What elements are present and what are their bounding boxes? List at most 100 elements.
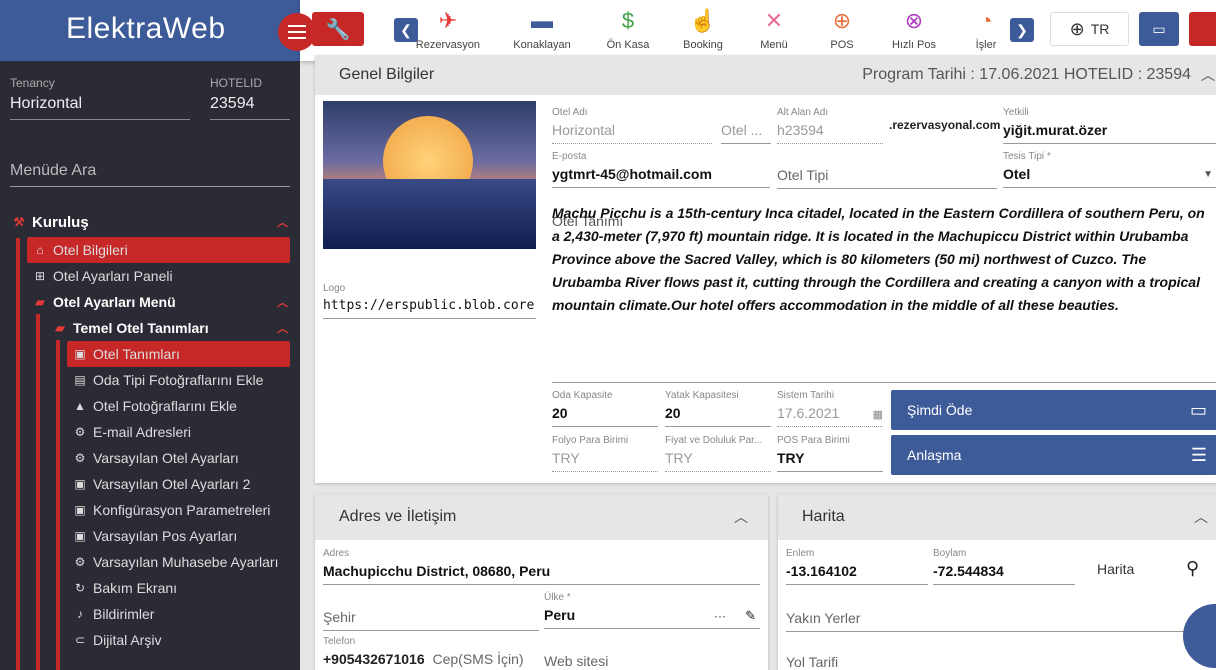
sidebar-item-otel-ayarlari-menu[interactable]: ▰ Otel Ayarları Menü ︿ (0, 289, 300, 315)
enlem-field[interactable]: Enlem -13.164102 (786, 548, 928, 585)
sidebar-item-varsayilan-otel-ayarlari[interactable]: ⚙ Varsayılan Otel Ayarları (0, 445, 300, 471)
quick-link-label: Hızlı Pos (891, 39, 936, 51)
map-header[interactable]: Harita ︿ (778, 494, 1216, 540)
gear-icon: ⚙ (74, 425, 86, 439)
link-icon: ⊂ (74, 633, 86, 647)
chevron-up-icon[interactable]: ︿ (1201, 65, 1215, 85)
web-sitesi-field[interactable]: Web sitesi (544, 653, 760, 669)
yetkili-label: Yetkili (1003, 107, 1029, 118)
sidebar-item-otel-ayarlari-paneli[interactable]: ⊞ Otel Ayarları Paneli (0, 263, 300, 289)
chevron-up-icon: ︿ (277, 323, 288, 335)
sidebar-item-varsayilan-muhasebe-ayarlari[interactable]: ⚙ Varsayılan Muhasebe Ayarları (0, 549, 300, 575)
quick-link-label: POS (830, 39, 854, 51)
eposta-field[interactable]: E-posta ygtmrt-45@hotmail.com (552, 151, 770, 188)
fiyat-doluluk-field[interactable]: Fiyat ve Doluluk Par... TRY (665, 435, 771, 472)
alt-alan-field[interactable]: Alt Alan Adı h23594 (777, 107, 883, 144)
harita-link[interactable]: Harita (1097, 561, 1134, 579)
yatak-kapasitesi-field[interactable]: Yatak Kapasitesi 20 (665, 390, 771, 427)
sidebar-item-varsayilan-otel-ayarlari-2[interactable]: ▣ Varsayılan Otel Ayarları 2 (0, 471, 300, 497)
yakin-yerler-field[interactable]: Yakın Yerler (786, 610, 1206, 632)
domain-suffix: .rezervasyonal.com (889, 118, 1001, 132)
panel-icon: ⊞ (34, 269, 46, 283)
quick-link-on-kasa[interactable]: $ Ön Kasa (588, 6, 668, 51)
sidebar-item-konfigurasyon-parametreleri[interactable]: ▣ Konfigürasyon Parametreleri (0, 497, 300, 523)
quick-link-konaklayan[interactable]: ▬ Konaklayan (502, 6, 582, 51)
screen-button[interactable]: ▭ (1139, 12, 1179, 46)
otel-adi-field[interactable]: Otel Adı Horizontal (552, 107, 712, 144)
map-pin-icon[interactable]: ⚲ (1186, 558, 1199, 579)
sidebar-item-label: Dijital Arşiv (93, 632, 162, 648)
quick-link-label: İşler (975, 39, 997, 51)
quick-link-rezervasyon[interactable]: ✈ Rezervasyon (408, 6, 488, 51)
quick-link-isler[interactable]: ◔ İşler (966, 6, 1006, 51)
simdi-ode-button[interactable]: Şimdi Öde ▭ (891, 390, 1216, 430)
credit-card-icon: ▭ (1189, 399, 1207, 420)
photos-icon: ▤ (74, 373, 86, 387)
sidebar-item-bakim-ekrani[interactable]: ↻ Bakım Ekranı (0, 575, 300, 601)
yetkili-field[interactable]: Yetkili yiğit.murat.özer (1003, 107, 1216, 144)
folyo-para-birimi-field[interactable]: Folyo Para Birimi TRY (552, 435, 658, 472)
oda-kapasite-field[interactable]: Oda Kapasite 20 (552, 390, 658, 427)
logout-button[interactable] (1189, 12, 1216, 46)
sidebar-item-temel-otel-tanimlari[interactable]: ▰ Temel Otel Tanımları ︿ (0, 315, 300, 341)
adres-label: Adres (323, 548, 350, 559)
pos-para-birimi-field[interactable]: POS Para Birimi TRY (777, 435, 883, 472)
ulke-field[interactable]: Ülke * Peru ··· ✎ (544, 592, 760, 629)
hamburger-menu-button[interactable] (278, 13, 316, 51)
calendar-icon[interactable]: ▦ (873, 408, 883, 421)
sidebar-item-kurulus[interactable]: ⚒ Kuruluş ︿ (0, 208, 300, 236)
sidebar-item-otel-fotograflari[interactable]: ▲ Otel Fotoğraflarını Ekle (0, 393, 300, 419)
otel-tipi-field[interactable]: Otel Tipi (777, 167, 997, 189)
cart-plus-icon: ⊕ (832, 8, 852, 33)
sidebar-item-otel-tanimlari[interactable]: ▣ Otel Tanımları (67, 341, 290, 367)
pencil-icon[interactable]: ✎ (745, 608, 756, 624)
tesis-tipi-select[interactable]: Tesis Tipi * Otel ▼ (1003, 151, 1216, 188)
language-selector[interactable]: ⊕ TR (1050, 12, 1129, 46)
chevron-up-icon[interactable]: ︿ (734, 507, 748, 527)
address-header[interactable]: Adres ve İletişim ︿ (315, 494, 768, 540)
chevron-right-icon: ❯ (1016, 21, 1028, 38)
oda-kapasite-value: 20 (552, 405, 658, 427)
logo-field[interactable]: Logo https://erspublic.blob.core.win (323, 283, 536, 319)
hotel-description[interactable]: Machu Picchu is a 15th-century Inca cita… (552, 202, 1216, 317)
sidebar-item-bildirimler[interactable]: ♪ Bildirimler (0, 601, 300, 627)
telefon-field[interactable]: Telefon +905432671016 Cep(SMS İçin) (323, 636, 539, 667)
hotel-logo-image[interactable] (323, 101, 536, 249)
wrench-button[interactable]: 🔧 (312, 12, 364, 46)
general-info-card: Genel Bilgiler Program Tarihi : 17.06.20… (315, 55, 1216, 483)
refresh-icon: ↻ (74, 581, 86, 595)
globe-icon: ⊕ (1069, 18, 1085, 39)
quick-link-booking[interactable]: ☝ Booking (663, 6, 743, 51)
quick-link-hizli-pos[interactable]: ⊗ Hızlı Pos (874, 6, 954, 51)
sidebar-item-label: Varsayılan Pos Ayarları (93, 528, 238, 544)
domain-suffix-text: .rezervasyonal.com (889, 118, 1001, 132)
sidebar-item-oda-tipi-fotograflari[interactable]: ▤ Oda Tipi Fotoğraflarını Ekle (0, 367, 300, 393)
sidebar-item-email-adresleri[interactable]: ⚙ E-mail Adresleri (0, 419, 300, 445)
chevron-up-icon[interactable]: ︿ (1194, 507, 1208, 527)
boylam-field[interactable]: Boylam -72.544834 (933, 548, 1075, 585)
yol-tarifi-field[interactable]: Yol Tarifi (786, 654, 1206, 670)
language-code: TR (1090, 21, 1110, 37)
general-info-header[interactable]: Genel Bilgiler Program Tarihi : 17.06.20… (315, 55, 1216, 95)
tenancy-value: Horizontal (10, 95, 190, 120)
anlasma-button[interactable]: Anlaşma ☰ (891, 435, 1216, 475)
sidebar-item-label: Oda Tipi Fotoğraflarını Ekle (93, 372, 264, 388)
scroll-right-button[interactable]: ❯ (1010, 18, 1034, 42)
cep-placeholder[interactable]: Cep(SMS İçin) (433, 651, 524, 667)
tesis-tipi-value: Otel (1003, 166, 1216, 188)
otel-extra-field[interactable]: Otel ... (721, 107, 771, 144)
menu-search-input[interactable]: Menüde Ara (10, 162, 290, 187)
gear-icon: ⚙ (74, 451, 86, 465)
adres-field[interactable]: Adres Machupicchu District, 08680, Peru (323, 548, 760, 585)
cart-icon: ⊗ (904, 8, 924, 33)
sehir-field[interactable]: Şehir (323, 609, 539, 631)
sidebar-item-varsayilan-pos-ayarlari[interactable]: ▣ Varsayılan Pos Ayarları (0, 523, 300, 549)
tenancy-field[interactable]: Tenancy Horizontal (10, 76, 190, 120)
sidebar-item-dijital-arsiv[interactable]: ⊂ Dijital Arşiv (0, 627, 300, 653)
sidebar-item-otel-bilgileri[interactable]: ⌂ Otel Bilgileri (27, 237, 290, 263)
sistem-tarihi-field[interactable]: Sistem Tarihi 17.6.2021 ▦ (777, 390, 883, 427)
more-icon[interactable]: ··· (714, 609, 726, 623)
quick-link-pos[interactable]: ⊕ POS (802, 6, 882, 51)
hotelid-field[interactable]: HOTELID 23594 (210, 76, 290, 120)
boylam-value: -72.544834 (933, 563, 1075, 585)
